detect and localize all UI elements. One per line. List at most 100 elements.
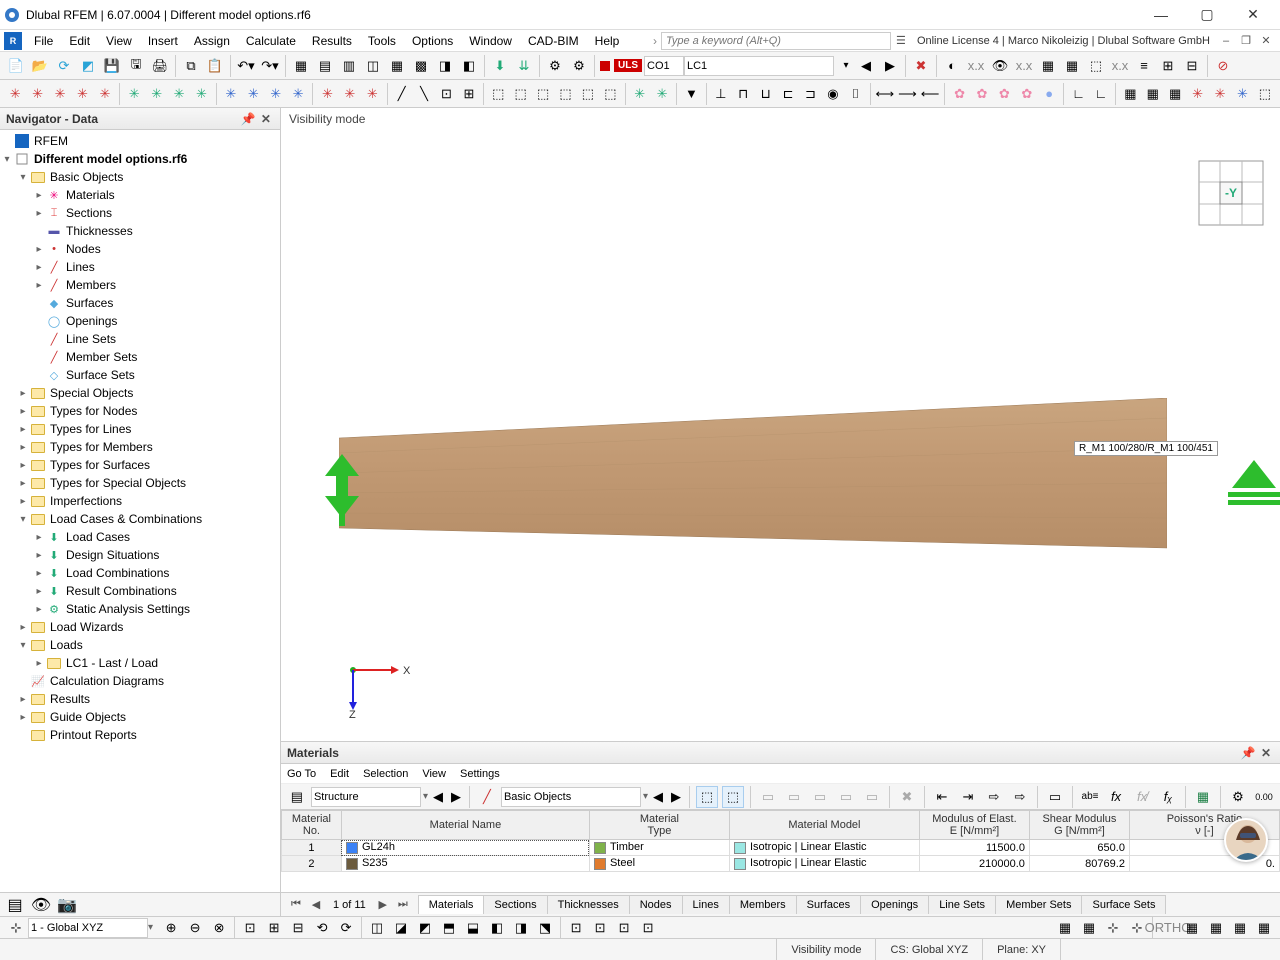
menu-calculate[interactable]: Calculate [238,32,304,50]
materials-pin-icon[interactable]: 📌 [1240,745,1256,761]
mat-e5-icon[interactable]: ▭ [861,786,883,808]
mat-next2-icon[interactable]: ▶ [669,786,683,808]
res3-icon[interactable]: 👁 [989,55,1011,77]
support-right-icon[interactable] [1226,460,1280,527]
combo-down-icon[interactable]: ▾ [839,55,853,77]
tb2-52-icon[interactable]: ✳ [1232,83,1252,105]
bt-ortho-icon[interactable]: ORTHO [1157,917,1179,939]
calc1-icon[interactable]: ⚙ [544,55,566,77]
tb2-51-icon[interactable]: ✳ [1210,83,1230,105]
bt-snap2-icon[interactable]: ▦ [1078,917,1100,939]
tb2-45-icon[interactable]: ∟ [1068,83,1088,105]
tree-item[interactable]: ▸⚙Static Analysis Settings [0,600,280,618]
bt-1-icon[interactable]: ⊕ [160,917,182,939]
tb2-13-icon[interactable]: ✳ [288,83,308,105]
tb2-33-icon[interactable]: ⊏ [778,83,798,105]
res10-icon[interactable]: ⊞ [1157,55,1179,77]
tree-item[interactable]: ▸⌶Sections [0,204,280,222]
res6-icon[interactable]: ▦ [1061,55,1083,77]
tree-item[interactable]: ▸Imperfections [0,492,280,510]
res9-icon[interactable]: ≡ [1133,55,1155,77]
assistant-avatar[interactable] [1224,818,1268,862]
materials-tab[interactable]: Nodes [629,895,683,914]
save-icon[interactable]: 💾 [101,55,123,77]
mat-excel-icon[interactable]: ▦ [1192,786,1214,808]
tb2-1-icon[interactable]: ✳ [5,83,25,105]
view2-icon[interactable]: ▤ [314,55,336,77]
bt-end3-icon[interactable]: ▦ [1229,917,1251,939]
co-combo[interactable]: CO1 [644,56,684,76]
tb2-27-icon[interactable]: ✳ [630,83,650,105]
tb2-46-icon[interactable]: ∟ [1091,83,1111,105]
tb2-32-icon[interactable]: ⊔ [755,83,775,105]
menu-file[interactable]: File [26,32,61,50]
nav-tab-display-icon[interactable]: 👁 [30,895,52,915]
res4-icon[interactable]: x.x [1013,55,1035,77]
tb2-10-icon[interactable]: ✳ [221,83,241,105]
tb2-4-icon[interactable]: ✳ [72,83,92,105]
tb2-23-icon[interactable]: ⬚ [533,83,553,105]
bt-11-icon[interactable]: ◩ [414,917,436,939]
tb2-49-icon[interactable]: ▦ [1165,83,1185,105]
bt-5-icon[interactable]: ⊞ [263,917,285,939]
mat-next-icon[interactable]: ▶ [449,786,463,808]
uls-badge[interactable]: ULS [614,59,642,72]
tab-first-icon[interactable]: ⏮ [287,896,305,914]
close-button[interactable]: ✕ [1230,0,1276,30]
tree-item[interactable]: ▸⬇Load Cases [0,528,280,546]
mat-e3-icon[interactable]: ▭ [809,786,831,808]
tree-item[interactable]: ▸LC1 - Last / Load [0,654,280,672]
view6-icon[interactable]: ▩ [410,55,432,77]
res8-icon[interactable]: x.x [1109,55,1131,77]
bt-12-icon[interactable]: ⬒ [438,917,460,939]
tree-item[interactable]: ▸Types for Members [0,438,280,456]
tree-item[interactable]: ▸Types for Special Objects [0,474,280,492]
col-e[interactable]: Modulus of Elast. E [N/mm²] [919,811,1029,840]
mat-imp4-icon[interactable]: ⇨ [1009,786,1031,808]
mdi-close-icon[interactable]: ✕ [1257,32,1275,50]
tb2-18-icon[interactable]: ╲ [414,83,434,105]
tree-item[interactable]: ◆Surfaces [0,294,280,312]
mat-e1-icon[interactable]: ▭ [757,786,779,808]
tree-item[interactable]: ▾Basic Objects [0,168,280,186]
tree-item[interactable]: 📈Calculation Diagrams [0,672,280,690]
tree-item[interactable]: ▸✳Materials [0,186,280,204]
tb2-9-icon[interactable]: ✳ [191,83,211,105]
beam-member[interactable] [339,398,1167,558]
navigator-tree[interactable]: RFEM▾Different model options.rf6▾Basic O… [0,130,280,892]
tree-item[interactable]: ▸╱Members [0,276,280,294]
col-type[interactable]: Material Type [589,811,729,840]
mat-imp3-icon[interactable]: ⇨ [983,786,1005,808]
tb2-31-icon[interactable]: ⊓ [733,83,753,105]
nav-tab-data-icon[interactable]: ▤ [4,895,26,915]
tb2-36-icon[interactable]: ⌷ [845,83,865,105]
mat-e2-icon[interactable]: ▭ [783,786,805,808]
col-model[interactable]: Material Model [729,811,919,840]
bt-cs-icon[interactable]: ⊹ [5,917,27,939]
next-lc-icon[interactable]: ▶ [879,55,901,77]
viewport-canvas[interactable]: R_M1 100/280/R_M1 100/451 X [281,136,1280,741]
materials-tab[interactable]: Lines [682,895,730,914]
res2-icon[interactable]: x.x [965,55,987,77]
mat-tb-basic-icon[interactable]: ╱ [476,786,498,808]
materials-tab[interactable]: Openings [860,895,929,914]
tb2-28-icon[interactable]: ✳ [652,83,672,105]
delete-results-icon[interactable]: ✖ [910,55,932,77]
tb2-35-icon[interactable]: ◉ [823,83,843,105]
menu-cadbim[interactable]: CAD-BIM [520,32,587,50]
res5-icon[interactable]: ▦ [1037,55,1059,77]
block-icon[interactable]: ◩ [77,55,99,77]
menu-window[interactable]: Window [461,32,520,50]
tree-item[interactable]: ▬Thicknesses [0,222,280,240]
tb2-17-icon[interactable]: ╱ [391,83,411,105]
mat-cfg-icon[interactable]: ⚙ [1227,786,1249,808]
tree-item[interactable]: ▾Loads [0,636,280,654]
materials-tab[interactable]: Thicknesses [547,895,630,914]
bt-8-icon[interactable]: ⟳ [335,917,357,939]
tb2-3-icon[interactable]: ✳ [50,83,70,105]
table-row[interactable]: 2 S235 Steel Isotropic | Linear Elastic … [281,856,1279,872]
menu-assign[interactable]: Assign [186,32,238,50]
col-g[interactable]: Shear Modulus G [N/mm²] [1029,811,1129,840]
tree-item[interactable]: ▸Special Objects [0,384,280,402]
mat-basic-combo[interactable]: Basic Objects [501,787,641,807]
